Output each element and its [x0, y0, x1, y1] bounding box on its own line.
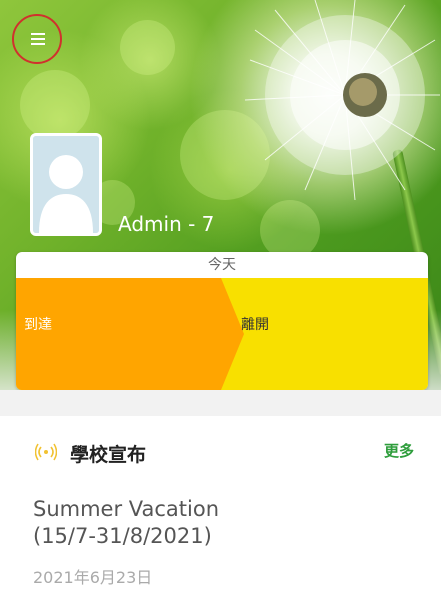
- more-button[interactable]: 更多: [384, 440, 414, 461]
- announcement-title-line2: (15/7-31/8/2021): [33, 524, 212, 548]
- attendance-panel: 到達 離開: [16, 278, 428, 390]
- avatar[interactable]: [30, 133, 102, 236]
- broadcast-icon: [35, 443, 57, 461]
- arrive-arrow: [16, 278, 244, 390]
- user-placeholder-icon: [33, 136, 99, 233]
- section-divider: [0, 390, 441, 416]
- user-name: Admin - 7: [118, 212, 215, 236]
- dandelion-graphic: [244, 0, 440, 201]
- app-screen: Admin - 7 今天 到達 離開 學校宣布 更多 Summer Vacati…: [0, 0, 441, 615]
- today-attendance-card[interactable]: 今天 到達 離開: [16, 252, 428, 390]
- school-announcements-section: 學校宣布 更多 Summer Vacation (15/7-31/8/2021)…: [0, 416, 441, 615]
- arrive-label: 到達: [24, 317, 52, 333]
- leave-label: 離開: [241, 317, 269, 333]
- announcements-title: 學校宣布: [70, 444, 147, 466]
- announcement-title: Summer Vacation (15/7-31/8/2021): [33, 496, 413, 550]
- announcement-title-line1: Summer Vacation: [33, 497, 220, 521]
- announcement-date: 2021年6月23日: [33, 568, 153, 587]
- menu-button[interactable]: [12, 14, 62, 64]
- today-label: 今天: [208, 257, 236, 273]
